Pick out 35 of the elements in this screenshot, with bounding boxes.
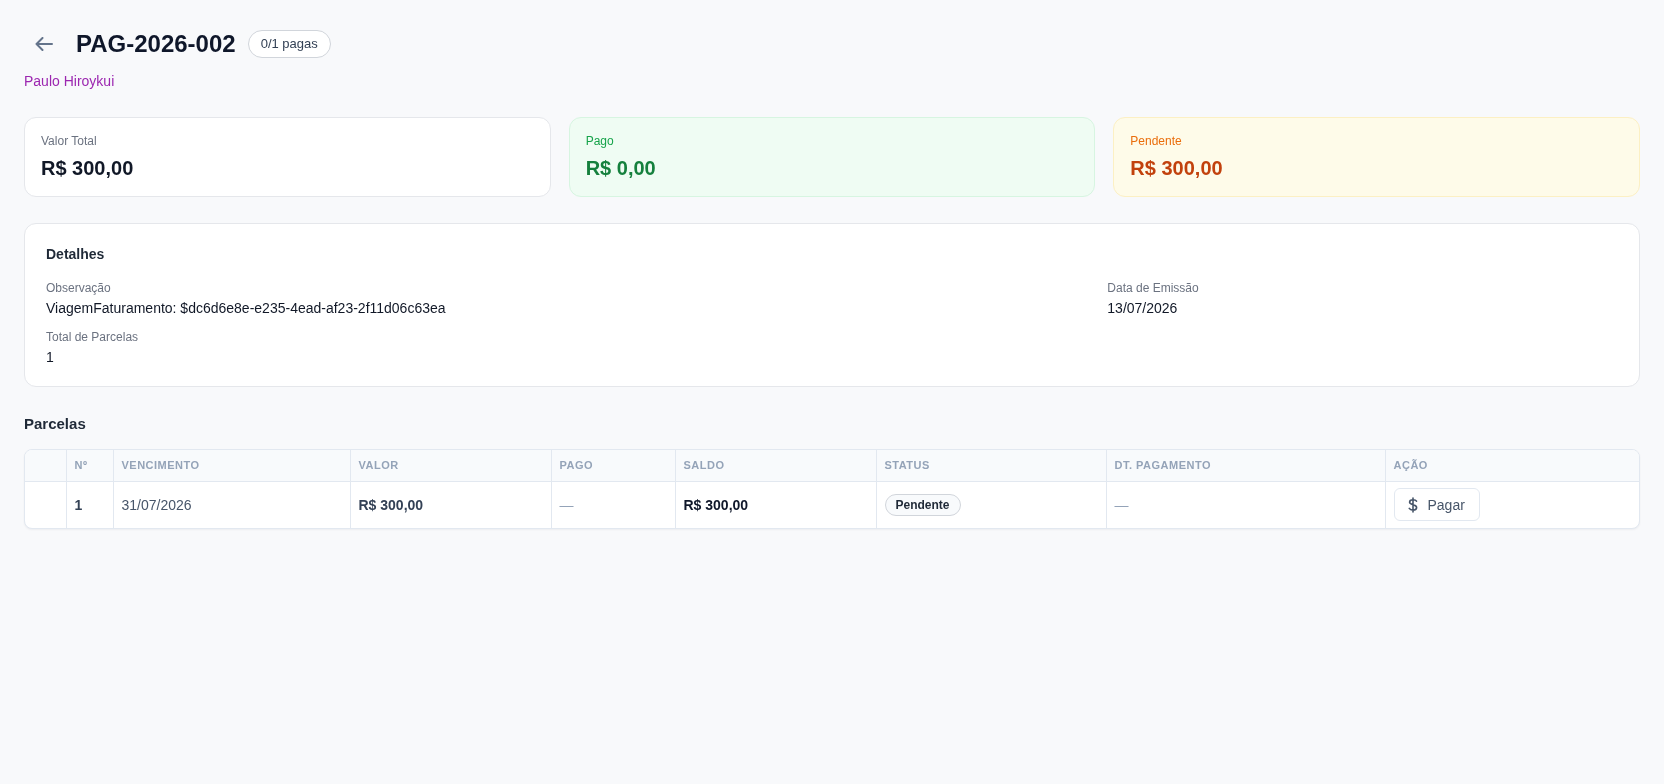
column-header: AÇÃO	[1385, 450, 1639, 481]
field-value: 1	[46, 348, 54, 367]
column-header: VALOR	[350, 450, 551, 481]
card-value: R$ 300,00	[1130, 156, 1223, 180]
table-cell: 1	[66, 481, 113, 528]
card-label: Valor Total	[41, 133, 97, 149]
column-header: Nº	[66, 450, 113, 481]
field-value: ViagemFaturamento: $dc6d6e8e-e235-4ead-af23-2f11d06c63ea	[46, 299, 446, 318]
status-badge: Pendente	[884, 493, 961, 516]
paid-count-badge: 0/1 pagas	[247, 30, 331, 58]
supplier-name: Paulo Hiroykui	[24, 72, 115, 91]
card-value: R$ 0,00	[585, 156, 656, 180]
section-title: Parcelas	[24, 414, 86, 434]
card-label: Pago	[585, 133, 614, 149]
column-header: VENCIMENTO	[113, 450, 350, 481]
dollar-icon	[1407, 496, 1418, 513]
table-cell: —	[1106, 481, 1385, 528]
column-header: STATUS	[876, 450, 1106, 481]
column-header: DT. PAGAMENTO	[1106, 450, 1385, 481]
column-header: SALDO	[675, 450, 876, 481]
section-title: Detalhes	[46, 245, 105, 264]
field-label: Observação	[46, 280, 111, 296]
column-header: PAGO	[551, 450, 675, 481]
field-label: Total de Parcelas	[46, 329, 139, 345]
back-arrow-icon[interactable]	[35, 37, 53, 51]
table-cell: —	[551, 481, 675, 528]
field-label: Data de Emissão	[1107, 280, 1199, 296]
page-title: PAG-2026-002	[76, 29, 236, 59]
pay-button[interactable]: Pagar	[1393, 488, 1480, 521]
table-cell: R$ 300,00	[350, 481, 551, 528]
table-cell: R$ 300,00	[675, 481, 876, 528]
field-value: 13/07/2026	[1107, 299, 1178, 318]
table-cell: 31/07/2026	[113, 481, 350, 528]
card-value: R$ 300,00	[41, 156, 134, 180]
card-label: Pendente	[1130, 133, 1182, 149]
